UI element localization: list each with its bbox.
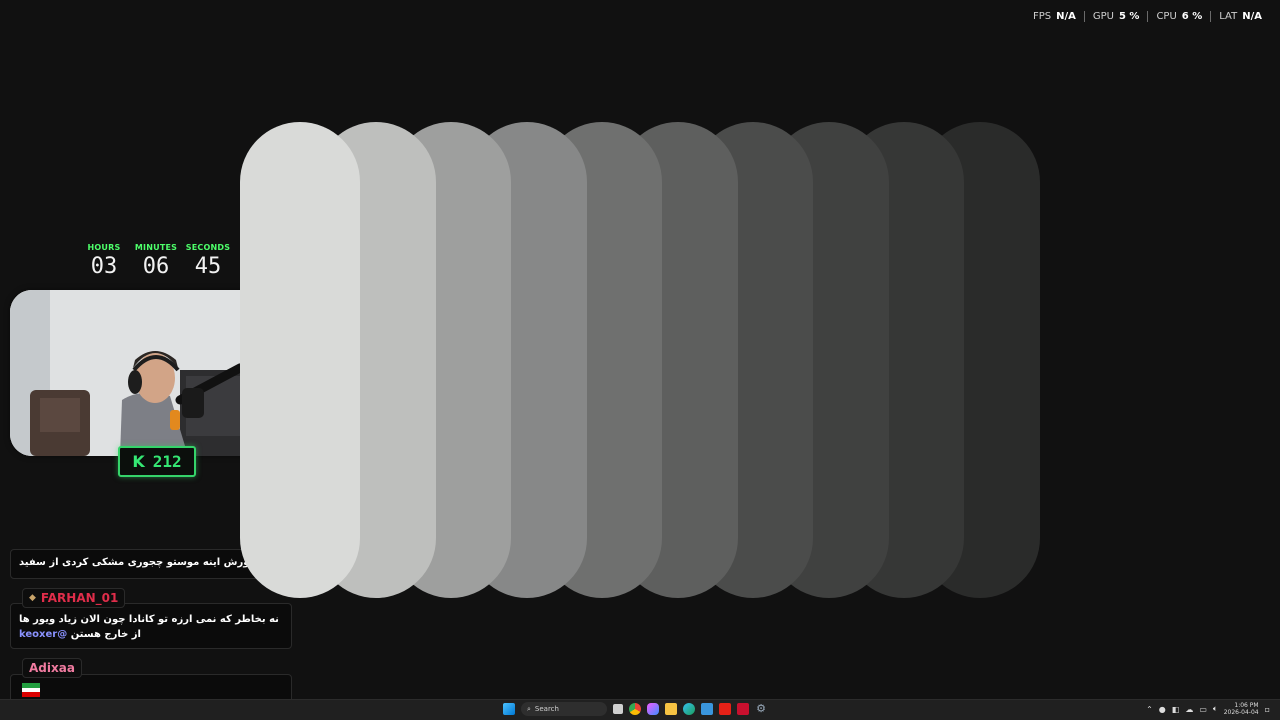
kick-follower-badge: K 212 (118, 446, 196, 477)
volume-icon[interactable]: 🔈︎ (1213, 704, 1218, 714)
minutes-value: 06 (142, 254, 170, 279)
cloud-icon[interactable]: ☁ (1185, 705, 1193, 714)
hours-value: 03 (90, 254, 118, 279)
youtube-icon[interactable] (719, 703, 731, 715)
settings-gear-icon[interactable]: ⚙ (755, 703, 767, 715)
taskbar-clock[interactable]: 1:06 PM 2026-04-04 (1224, 702, 1259, 716)
timer-minutes: MINUTES 06 (130, 243, 182, 279)
gpu-stat: GPU 5 % (1083, 11, 1148, 22)
cpu-stat: CPU 6 % (1147, 11, 1210, 22)
clock-date: 2026-04-04 (1223, 709, 1259, 716)
gpu-value: 5 % (1118, 11, 1140, 22)
chat-username[interactable]: Adixaa (22, 658, 82, 678)
search-placeholder: Search (534, 705, 559, 713)
edge-icon[interactable] (683, 703, 695, 715)
minutes-label: MINUTES (134, 243, 178, 252)
mail-icon[interactable] (737, 703, 749, 715)
timer-seconds: SECONDS 45 (182, 243, 234, 279)
username-text: FARHAN_01 (40, 591, 119, 605)
fps-label: FPS (1032, 11, 1052, 22)
follower-count: 212 (152, 452, 182, 471)
hours-label: HOURS (87, 243, 121, 252)
user-badge-icon: ◆ (29, 593, 36, 603)
copilot-icon[interactable] (647, 703, 659, 715)
tray-app-icon[interactable]: ● (1159, 705, 1166, 714)
windows-taskbar: ⌕ Search ⚙ ⌃ ● ◧ ☁ ▭ 🔈︎ 1:06 PM 2026-04-… (0, 699, 1280, 720)
color-pill-wheel[interactable] (240, 122, 1040, 598)
file-explorer-icon[interactable] (665, 703, 677, 715)
performance-overlay: FPS N/A GPU 5 % CPU 6 % LAT N/A (1025, 11, 1270, 22)
color-pill[interactable] (240, 122, 360, 598)
kick-logo-icon: K (132, 452, 145, 471)
taskbar-apps: ⌕ Search ⚙ (503, 702, 767, 716)
chrome-icon[interactable] (629, 703, 641, 715)
task-view-icon[interactable] (613, 704, 623, 714)
stream-timer: HOURS 03 MINUTES 06 SECONDS 45 (78, 243, 234, 279)
search-icon: ⌕ (527, 704, 531, 713)
notification-icon[interactable]: ▫ (1265, 705, 1270, 714)
taskbar-search[interactable]: ⌕ Search (521, 702, 607, 716)
chevron-up-icon[interactable]: ⌃ (1146, 705, 1153, 714)
seconds-label: SECONDS (185, 243, 231, 252)
cpu-value: 6 % (1181, 11, 1203, 22)
clock-time: 1:06 PM (1234, 702, 1259, 709)
latency-label: LAT (1219, 11, 1238, 22)
network-icon[interactable]: ◧ (1172, 705, 1180, 714)
seconds-value: 45 (194, 254, 222, 279)
latency-value: N/A (1242, 11, 1262, 22)
latency-stat: LAT N/A (1210, 11, 1270, 22)
battery-icon[interactable]: ▭ (1199, 705, 1207, 714)
system-tray: ⌃ ● ◧ ☁ ▭ 🔈︎ 1:06 PM 2026-04-04 ▫ (1146, 702, 1270, 716)
chat-mention[interactable]: @keoxer (19, 629, 67, 640)
chat-username[interactable]: ◆ FARHAN_01 (22, 588, 126, 608)
store-icon[interactable] (701, 703, 713, 715)
chat-message: نه بخاطر که نمی ارزه تو کانادا چون الان … (10, 603, 292, 649)
timer-hours: HOURS 03 (78, 243, 130, 279)
cpu-label: CPU (1156, 11, 1177, 22)
flag-iran-icon (22, 683, 40, 697)
fps-value: N/A (1056, 11, 1076, 22)
start-button[interactable] (503, 703, 515, 715)
username-text: Adixaa (29, 661, 75, 675)
gpu-label: GPU (1092, 11, 1114, 22)
fps-stat: FPS N/A (1025, 11, 1084, 22)
